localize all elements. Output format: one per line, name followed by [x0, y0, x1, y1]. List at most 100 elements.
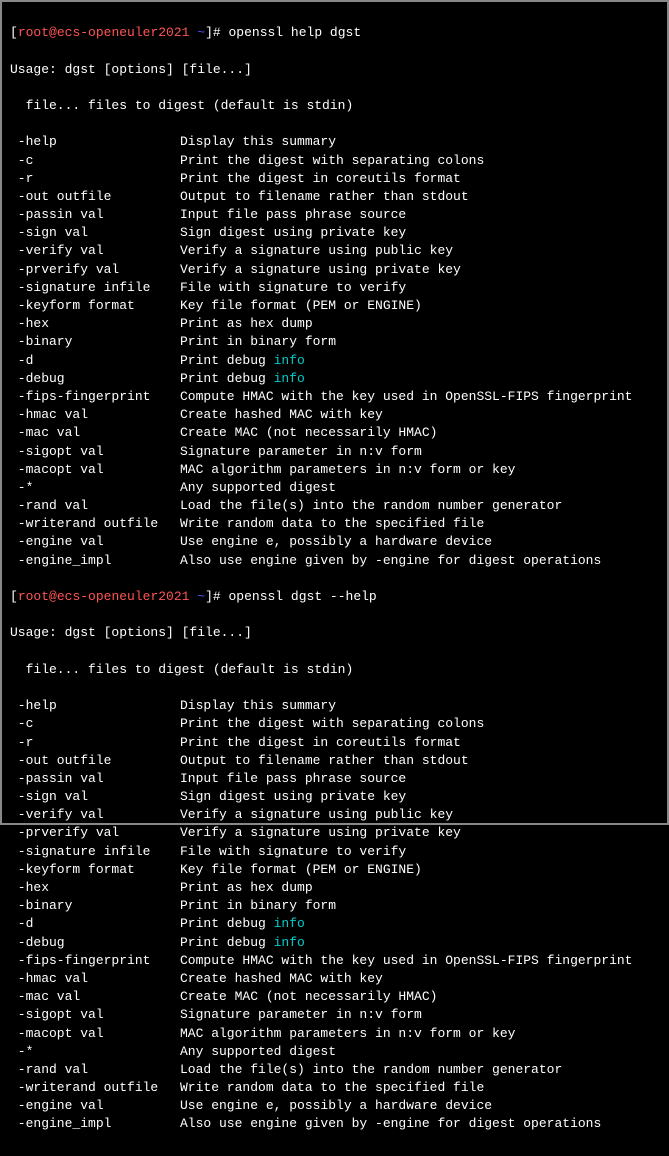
option-flag: -r — [10, 734, 180, 752]
option-line: -sigopt valSignature parameter in n:v fo… — [10, 1006, 659, 1024]
prompt-line-1[interactable]: [root@ecs-openeuler2021 ~]# openssl help… — [10, 24, 659, 42]
option-line: -macopt valMAC algorithm parameters in n… — [10, 1025, 659, 1043]
option-line: -debugPrint debug info — [10, 934, 659, 952]
option-description: Create hashed MAC with key — [180, 406, 383, 424]
option-flag: -rand val — [10, 497, 180, 515]
option-flag: -signature infile — [10, 843, 180, 861]
option-description: Print as hex dump — [180, 315, 313, 333]
option-description: Also use engine given by -engine for dig… — [180, 1115, 601, 1133]
option-line: -rPrint the digest in coreutils format — [10, 734, 659, 752]
option-description: Output to filename rather than stdout — [180, 188, 469, 206]
option-flag: -sign val — [10, 788, 180, 806]
option-flag: -hmac val — [10, 406, 180, 424]
option-line: -helpDisplay this summary — [10, 697, 659, 715]
option-flag: -c — [10, 152, 180, 170]
option-line: -writerand outfileWrite random data to t… — [10, 1079, 659, 1097]
option-flag: -help — [10, 133, 180, 151]
option-flag: -r — [10, 170, 180, 188]
option-flag: -passin val — [10, 770, 180, 788]
option-line: -rand valLoad the file(s) into the rando… — [10, 497, 659, 515]
option-description: Any supported digest — [180, 479, 336, 497]
option-description: Print debug info — [180, 915, 305, 933]
option-line: -out outfileOutput to filename rather th… — [10, 752, 659, 770]
option-description: Verify a signature using public key — [180, 806, 453, 824]
option-flag: -* — [10, 1043, 180, 1061]
option-description: Any supported digest — [180, 1043, 336, 1061]
option-description: Output to filename rather than stdout — [180, 752, 469, 770]
option-description: Key file format (PEM or ENGINE) — [180, 297, 422, 315]
option-line: -macopt valMAC algorithm parameters in n… — [10, 461, 659, 479]
option-flag: -debug — [10, 934, 180, 952]
option-description: Input file pass phrase source — [180, 770, 406, 788]
option-line: -hmac valCreate hashed MAC with key — [10, 406, 659, 424]
option-description: Load the file(s) into the random number … — [180, 497, 562, 515]
option-flag: -keyform format — [10, 297, 180, 315]
option-flag: -fips-fingerprint — [10, 952, 180, 970]
option-flag: -hex — [10, 315, 180, 333]
option-flag: -verify val — [10, 806, 180, 824]
option-line: -dPrint debug info — [10, 915, 659, 933]
option-flag: -engine_impl — [10, 552, 180, 570]
option-line: -*Any supported digest — [10, 1043, 659, 1061]
option-flag: -passin val — [10, 206, 180, 224]
option-line: -passin valInput file pass phrase source — [10, 770, 659, 788]
info-keyword: info — [274, 935, 305, 950]
option-flag: -hex — [10, 879, 180, 897]
option-description: Verify a signature using private key — [180, 261, 461, 279]
option-line: -fips-fingerprintCompute HMAC with the k… — [10, 952, 659, 970]
option-line: -engine_implAlso use engine given by -en… — [10, 1115, 659, 1133]
option-description: Use engine e, possibly a hardware device — [180, 533, 492, 551]
option-description: Input file pass phrase source — [180, 206, 406, 224]
option-flag: -engine val — [10, 533, 180, 551]
option-flag: -binary — [10, 333, 180, 351]
option-flag: -mac val — [10, 988, 180, 1006]
option-line: -fips-fingerprintCompute HMAC with the k… — [10, 388, 659, 406]
option-description: Sign digest using private key — [180, 224, 406, 242]
option-line: -*Any supported digest — [10, 479, 659, 497]
prompt-line-2[interactable]: [root@ecs-openeuler2021 ~]# openssl dgst… — [10, 588, 659, 606]
option-line: -engine valUse engine e, possibly a hard… — [10, 533, 659, 551]
option-flag: -sigopt val — [10, 443, 180, 461]
option-description: File with signature to verify — [180, 843, 406, 861]
option-description: Print debug info — [180, 352, 305, 370]
option-description: Print in binary form — [180, 333, 336, 351]
option-line: -prverify valVerify a signature using pr… — [10, 824, 659, 842]
file-desc-line: file... files to digest (default is stdi… — [10, 97, 659, 115]
option-description: MAC algorithm parameters in n:v form or … — [180, 1025, 515, 1043]
option-description: Print debug info — [180, 934, 305, 952]
option-line: -verify valVerify a signature using publ… — [10, 806, 659, 824]
option-description: Display this summary — [180, 133, 336, 151]
option-flag: -verify val — [10, 242, 180, 260]
option-line: -mac valCreate MAC (not necessarily HMAC… — [10, 424, 659, 442]
option-line: -keyform formatKey file format (PEM or E… — [10, 297, 659, 315]
option-description: Print as hex dump — [180, 879, 313, 897]
option-line: -signature infileFile with signature to … — [10, 843, 659, 861]
option-flag: -help — [10, 697, 180, 715]
option-line: -cPrint the digest with separating colon… — [10, 715, 659, 733]
option-line: -hexPrint as hex dump — [10, 879, 659, 897]
option-line: -keyform formatKey file format (PEM or E… — [10, 861, 659, 879]
option-description: Create MAC (not necessarily HMAC) — [180, 988, 437, 1006]
option-flag: -sigopt val — [10, 1006, 180, 1024]
option-flag: -engine val — [10, 1097, 180, 1115]
option-flag: -out outfile — [10, 752, 180, 770]
option-line: -rPrint the digest in coreutils format — [10, 170, 659, 188]
option-flag: -debug — [10, 370, 180, 388]
option-description: Compute HMAC with the key used in OpenSS… — [180, 388, 632, 406]
option-flag: -c — [10, 715, 180, 733]
option-flag: -mac val — [10, 424, 180, 442]
option-line: -hexPrint as hex dump — [10, 315, 659, 333]
option-description: File with signature to verify — [180, 279, 406, 297]
option-flag: -fips-fingerprint — [10, 388, 180, 406]
option-line: -signature infileFile with signature to … — [10, 279, 659, 297]
option-flag: -binary — [10, 897, 180, 915]
option-line: -binaryPrint in binary form — [10, 333, 659, 351]
option-line: -engine_implAlso use engine given by -en… — [10, 552, 659, 570]
option-description: Display this summary — [180, 697, 336, 715]
option-line: -dPrint debug info — [10, 352, 659, 370]
option-description: Create MAC (not necessarily HMAC) — [180, 424, 437, 442]
option-description: MAC algorithm parameters in n:v form or … — [180, 461, 515, 479]
option-description: Load the file(s) into the random number … — [180, 1061, 562, 1079]
option-flag: -hmac val — [10, 970, 180, 988]
option-line: -writerand outfileWrite random data to t… — [10, 515, 659, 533]
